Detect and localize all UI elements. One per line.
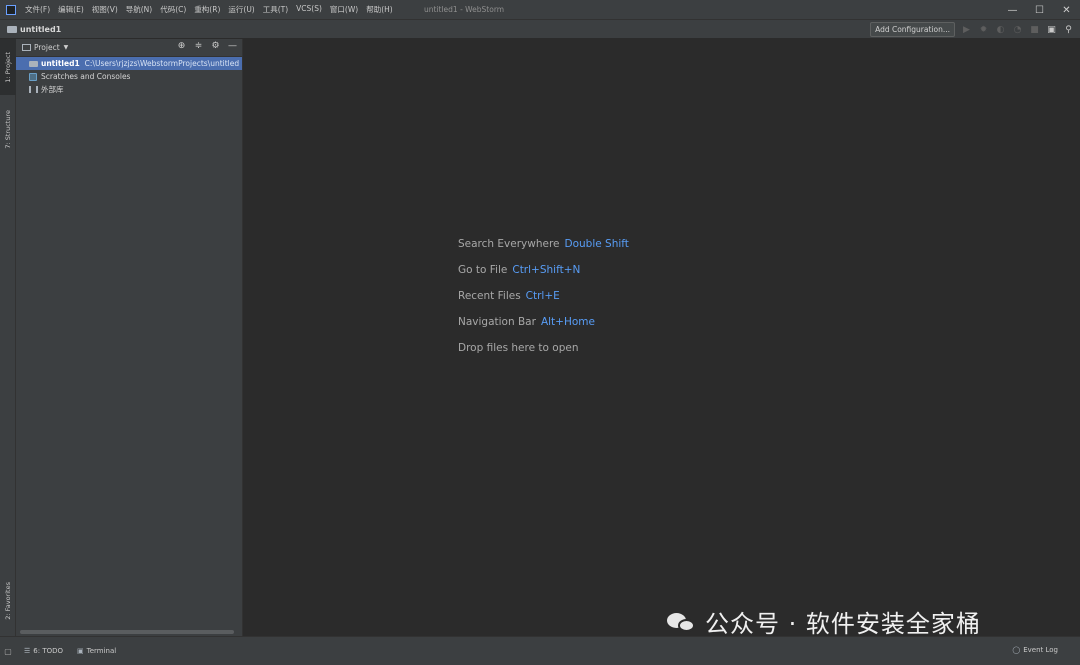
editor-area[interactable]: Search Everywhere Double Shift Go to File… — [244, 39, 1080, 636]
hint-recent-files: Recent Files Ctrl+E — [458, 290, 560, 302]
todo-label: 6: TODO — [33, 647, 64, 655]
tree-item-label: untitled1 — [41, 59, 80, 68]
maximize-button[interactable]: ☐ — [1026, 0, 1053, 20]
window-title: untitled1 - WebStorm — [424, 5, 505, 14]
debug-icon[interactable]: ✹ — [978, 25, 989, 35]
project-panel-actions: ⊕ ≑ ⚙ — — [176, 41, 238, 51]
project-panel: Project ▼ ⊕ ≑ ⚙ — untitled1 C:\Users\rjz… — [16, 39, 243, 636]
menu-tools[interactable]: 工具(T) — [263, 4, 288, 15]
terminal-tab[interactable]: ▣ Terminal — [77, 647, 116, 655]
run-toolbar: Add Configuration... ▶ ✹ ◐ ◔ ■ ▣ ⚲ — [870, 22, 1074, 37]
project-view-icon — [22, 44, 31, 51]
coverage-icon[interactable]: ◐ — [995, 25, 1006, 35]
menu-refactor[interactable]: 重构(R) — [194, 4, 220, 15]
tree-item-label: 外部库 — [41, 85, 64, 94]
hint-label: Navigation Bar — [458, 316, 536, 328]
hint-label: Go to File — [458, 264, 508, 276]
hint-shortcut: Double Shift — [564, 238, 629, 250]
menu-code[interactable]: 代码(C) — [160, 4, 186, 15]
hint-shortcut: Alt+Home — [540, 316, 595, 328]
left-tool-strip: 1: Project 7: Structure 2: Favorites — [0, 39, 16, 636]
run-icon[interactable]: ▶ — [961, 25, 972, 35]
todo-tab[interactable]: ☰ 6: TODO — [24, 647, 63, 655]
breadcrumb[interactable]: untitled1 — [20, 25, 61, 34]
hint-label: Drop files here to open — [458, 342, 579, 354]
horizontal-scrollbar[interactable] — [20, 630, 234, 634]
event-log-icon: ◯ — [1012, 646, 1021, 654]
hint-shortcut: Ctrl+E — [525, 290, 560, 302]
webstorm-logo-icon — [6, 4, 16, 15]
menu-view[interactable]: 视图(V) — [92, 4, 118, 15]
collapse-all-icon[interactable]: ≑ — [193, 41, 204, 51]
terminal-label: Terminal — [86, 647, 117, 655]
tab-structure-label: 7: Structure — [4, 109, 12, 149]
menu-vcs[interactable]: VCS(S) — [296, 4, 322, 15]
hint-navigation-bar: Navigation Bar Alt+Home — [458, 316, 595, 328]
hint-shortcut: Ctrl+Shift+N — [512, 264, 581, 276]
search-icon[interactable]: ⚲ — [1063, 25, 1074, 35]
chevron-down-icon[interactable]: ▼ — [64, 44, 69, 51]
tree-item-project-root[interactable]: untitled1 C:\Users\rjzjzs\WebstormProjec… — [16, 57, 242, 70]
folder-icon — [7, 25, 17, 33]
add-configuration-button[interactable]: Add Configuration... — [870, 22, 955, 37]
project-structure-icon[interactable]: ▣ — [1046, 25, 1057, 35]
menu-edit[interactable]: 编辑(E) — [58, 4, 84, 15]
menu-help[interactable]: 帮助(H) — [366, 4, 393, 15]
window-controls: — ☐ ✕ — [999, 0, 1080, 20]
list-icon: ☰ — [24, 647, 31, 655]
profile-icon[interactable]: ◔ — [1012, 25, 1023, 35]
tree-item-external-libraries[interactable]: 外部库 — [16, 83, 242, 96]
hide-panel-icon[interactable]: — — [227, 41, 238, 51]
hint-label: Recent Files — [458, 290, 521, 302]
tab-project[interactable]: 1: Project — [0, 39, 16, 95]
event-log-tab[interactable]: ◯ Event Log — [1012, 646, 1058, 654]
title-bar: 文件(F) 编辑(E) 视图(V) 导航(N) 代码(C) 重构(R) 运行(U… — [0, 0, 1080, 20]
menu-run[interactable]: 运行(U) — [228, 4, 254, 15]
gear-icon[interactable]: ⚙ — [210, 41, 221, 51]
locate-file-icon[interactable]: ⊕ — [176, 41, 187, 51]
scratches-icon — [29, 72, 37, 81]
hint-label: Search Everywhere — [458, 238, 560, 250]
main-menu: 文件(F) 编辑(E) 视图(V) 导航(N) 代码(C) 重构(R) 运行(U… — [25, 4, 393, 15]
close-button[interactable]: ✕ — [1053, 0, 1080, 20]
menu-file[interactable]: 文件(F) — [25, 4, 50, 15]
project-panel-header: Project ▼ ⊕ ≑ ⚙ — — [16, 39, 242, 57]
navigation-bar: untitled1 Add Configuration... ▶ ✹ ◐ ◔ ■… — [0, 20, 1080, 39]
library-icon — [29, 86, 38, 93]
tab-favorites[interactable]: 2: Favorites — [0, 571, 16, 631]
watermark-text: 公众号 · 软件安装全家桶 — [705, 610, 981, 638]
menu-navigate[interactable]: 导航(N) — [126, 4, 152, 15]
status-bar: ▢ ☰ 6: TODO ▣ Terminal ◯ Event Log — [0, 636, 1080, 665]
minimize-button[interactable]: — — [999, 0, 1026, 20]
toggle-tool-windows-icon[interactable]: ▢ — [0, 637, 16, 665]
hint-drop-files: Drop files here to open — [458, 342, 578, 354]
hint-search-everywhere: Search Everywhere Double Shift — [458, 238, 629, 250]
tab-favorites-label: 2: Favorites — [4, 582, 12, 620]
tree-item-label: Scratches and Consoles — [41, 72, 131, 81]
terminal-icon: ▣ — [77, 647, 84, 655]
tree-item-scratches[interactable]: Scratches and Consoles — [16, 70, 242, 83]
tab-project-label: 1: Project — [4, 51, 12, 83]
menu-window[interactable]: 窗口(W) — [330, 4, 358, 15]
hint-go-to-file: Go to File Ctrl+Shift+N — [458, 264, 580, 276]
tree-item-path: C:\Users\rjzjzs\WebstormProjects\untitle… — [84, 59, 240, 68]
wechat-logo-icon — [667, 611, 697, 633]
stop-icon[interactable]: ■ — [1029, 25, 1040, 35]
event-log-label: Event Log — [1023, 646, 1058, 654]
folder-icon — [29, 60, 38, 67]
watermark: 公众号 · 软件安装全家桶 — [667, 604, 981, 639]
project-view-selector[interactable]: Project — [34, 43, 60, 52]
tab-structure[interactable]: 7: Structure — [0, 99, 16, 159]
